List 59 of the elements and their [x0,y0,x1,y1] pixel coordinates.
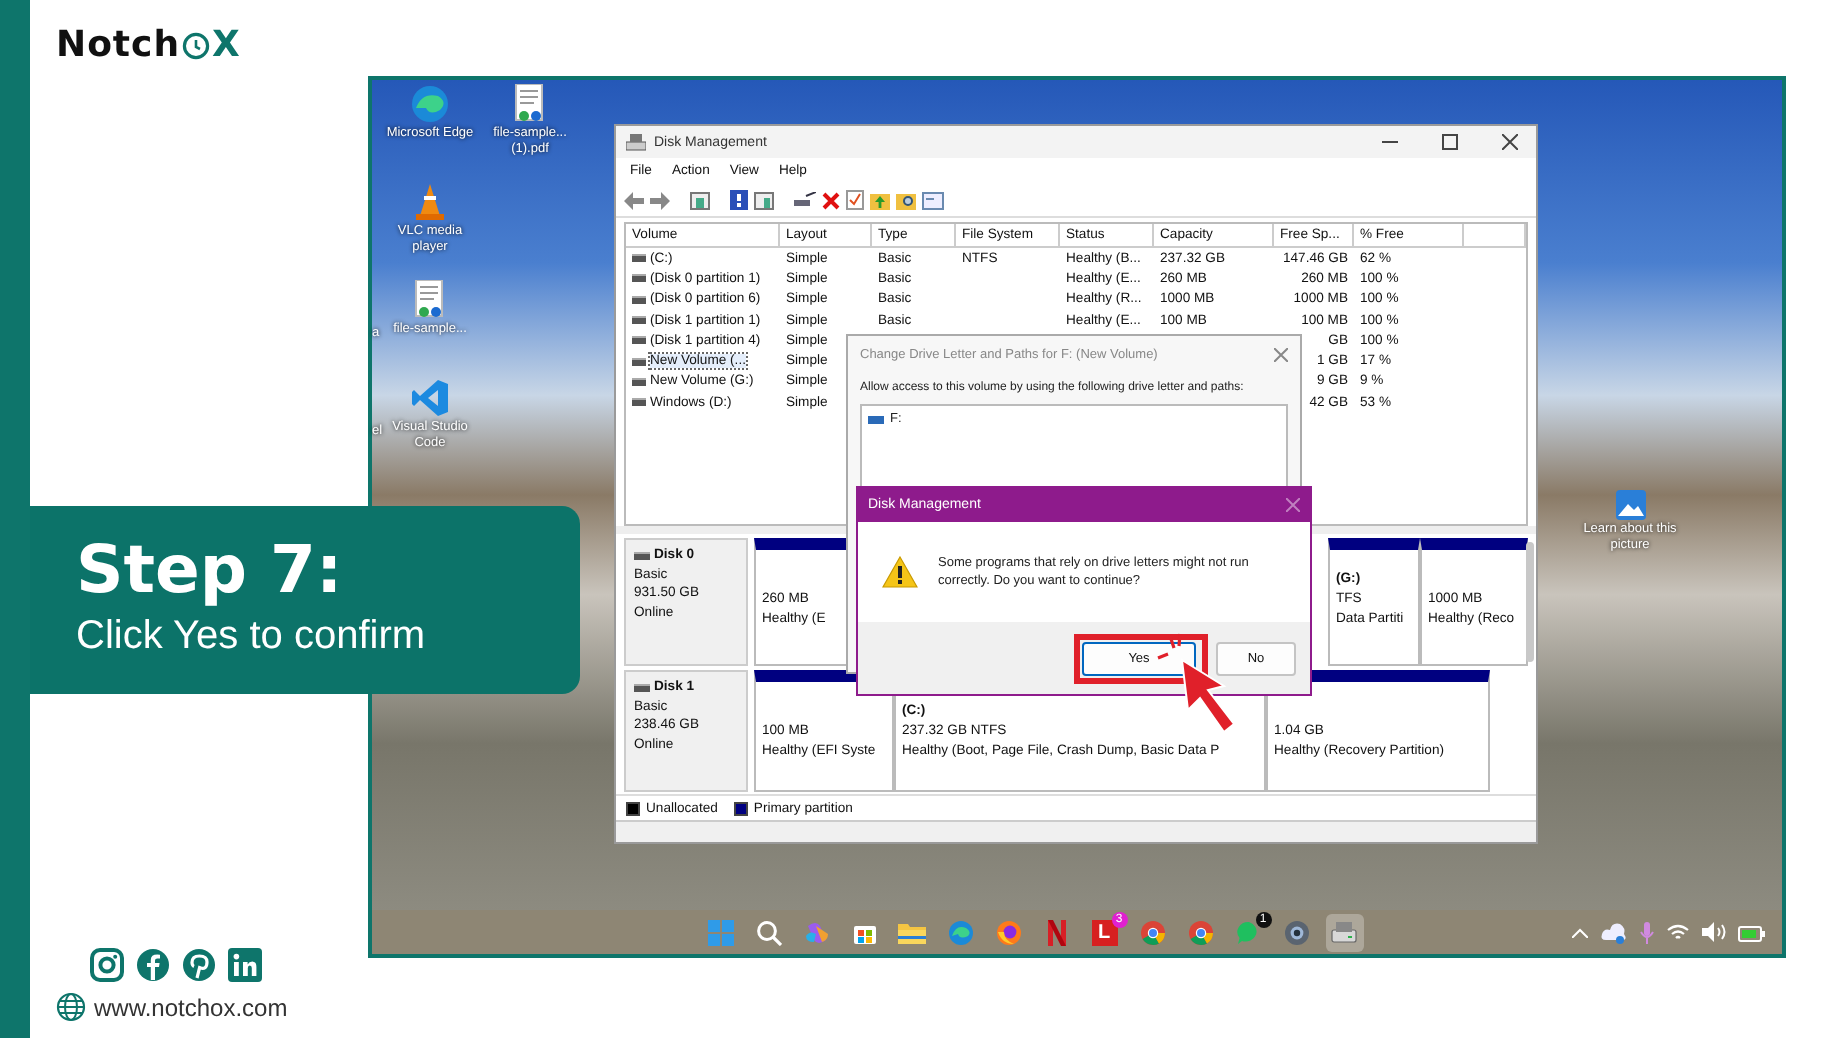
taskbar-app-slot[interactable] [1325,913,1363,951]
checklist-icon[interactable] [846,190,864,210]
start-icon[interactable] [707,919,733,945]
step-subtitle: Click Yes to confirm [76,612,428,662]
drive-icon [632,274,646,283]
close-icon[interactable] [1502,134,1518,150]
traffic-cone-icon [410,182,450,222]
cloud-icon[interactable] [1600,920,1628,944]
folder-search-icon[interactable] [896,190,916,210]
instagram-icon[interactable] [90,948,124,982]
pinterest-icon[interactable] [182,948,216,982]
drive-icon [634,551,650,560]
facebook-icon[interactable] [136,948,170,982]
delete-icon[interactable] [822,191,840,209]
drive-icon [632,295,646,304]
folder-up-icon[interactable] [870,190,890,210]
drive-icon [632,398,646,407]
code-editor-icon [410,378,450,418]
picture-icon[interactable] [1615,490,1645,520]
chat-icon[interactable] [1235,919,1261,945]
app-letter-icon[interactable]: L [1091,919,1117,945]
panel-icon[interactable] [754,191,774,209]
drive-icon [868,415,884,423]
netflix-icon[interactable] [1047,919,1065,945]
drive-icon [632,254,646,263]
edge-icon [410,84,450,124]
logo-text: X [212,24,241,66]
maximize-icon[interactable] [1442,134,1458,150]
back-arrow-icon[interactable] [624,191,644,209]
drive-icon [634,683,650,692]
step-title: Step 7: [76,530,345,610]
speaker-icon[interactable] [1702,922,1726,942]
chrome-icon[interactable] [1139,919,1165,945]
clock-icon [182,31,211,59]
drive-icon [632,336,646,345]
forward-arrow-icon[interactable] [650,191,670,209]
search-icon[interactable] [755,919,781,945]
drive-icon [632,377,646,386]
drive-icon [632,357,646,366]
edge-icon[interactable] [947,919,973,945]
copilot-icon[interactable] [803,919,829,945]
folder-icon[interactable] [898,919,926,945]
document-icon [512,84,548,124]
chevron-up-icon[interactable] [1572,927,1588,937]
linkedin-icon[interactable] [228,948,262,982]
properties-icon[interactable] [922,191,944,209]
warning-icon [882,556,918,588]
wifi-icon[interactable] [1666,923,1690,941]
logo-text: Notch [56,24,181,66]
firefox-icon[interactable] [995,919,1021,945]
battery-icon[interactable] [1738,923,1766,941]
website-link[interactable]: www.notchox.com [94,993,288,1021]
drive-icon [632,316,646,325]
camera-icon[interactable] [1283,919,1309,945]
document-icon [412,280,448,320]
scrollbar[interactable] [1526,542,1534,662]
panel-icon[interactable] [690,191,710,209]
globe-icon [56,992,86,1022]
chrome-icon[interactable] [1187,919,1213,945]
